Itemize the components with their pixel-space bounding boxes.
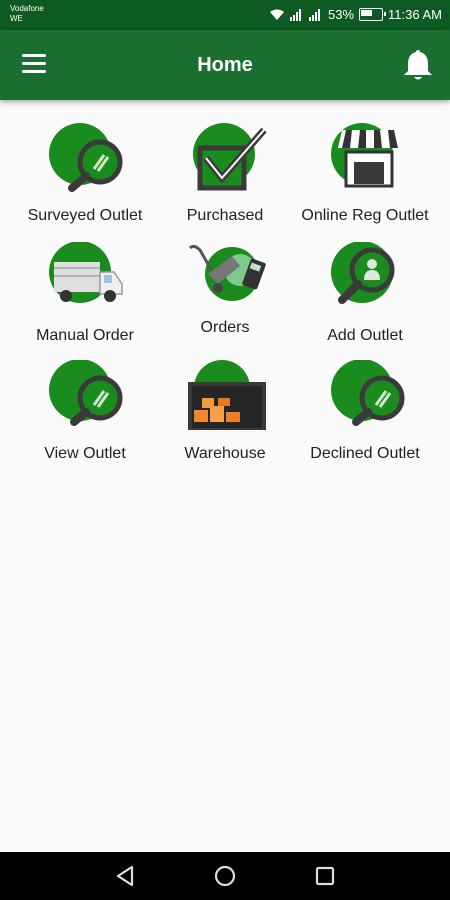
checkbox-icon xyxy=(193,123,267,191)
tile-label: Declined Outlet xyxy=(310,445,420,462)
tile-add-outlet[interactable]: Add Outlet xyxy=(290,238,440,354)
add-person-magnifier-icon xyxy=(331,242,395,304)
tile-view-outlet[interactable]: View Outlet xyxy=(10,356,160,472)
status-bar: Vodafone WE 53% 11:36 AM xyxy=(0,0,450,30)
signal-icon xyxy=(290,8,304,21)
tile-label: Manual Order xyxy=(36,327,134,344)
magnifier-icon xyxy=(331,360,405,426)
tile-online-reg-outlet[interactable]: Online Reg Outlet xyxy=(290,118,440,234)
tile-surveyed-outlet[interactable]: Surveyed Outlet xyxy=(10,118,160,234)
tile-manual-order[interactable]: Manual Order xyxy=(10,238,160,354)
tile-label: Surveyed Outlet xyxy=(27,207,143,224)
recents-button[interactable] xyxy=(310,862,340,890)
warehouse-icon xyxy=(188,360,268,432)
carrier-info: Vodafone WE xyxy=(10,4,44,24)
tile-label: Orders xyxy=(200,319,250,336)
magnifier-icon xyxy=(49,123,123,192)
home-button[interactable] xyxy=(210,862,240,890)
notifications-button[interactable] xyxy=(402,48,434,82)
tile-purchased[interactable]: Purchased xyxy=(150,118,300,234)
tile-label: Purchased xyxy=(186,207,264,224)
magnifier-icon xyxy=(49,360,123,426)
back-button[interactable] xyxy=(110,862,140,890)
clock: 11:36 AM xyxy=(388,7,442,22)
home-circle-icon xyxy=(214,865,236,887)
battery-icon xyxy=(359,8,387,21)
carrier-name: Vodafone xyxy=(10,4,44,13)
tile-label: Add Outlet xyxy=(327,327,403,344)
app-bar: Home xyxy=(0,30,450,100)
truck-icon xyxy=(49,242,123,303)
battery-percent: 53% xyxy=(328,7,355,22)
tile-warehouse[interactable]: Warehouse xyxy=(150,356,300,472)
tile-label: View Outlet xyxy=(44,445,126,462)
wifi-icon xyxy=(270,9,284,20)
shop-icon xyxy=(331,123,400,188)
carrier-subname: WE xyxy=(10,14,23,23)
bell-icon xyxy=(404,50,432,80)
tile-orders[interactable]: Orders xyxy=(150,230,300,346)
back-triangle-icon xyxy=(116,865,134,887)
system-nav-bar xyxy=(0,852,450,900)
recents-square-icon xyxy=(315,866,335,886)
cart-calculator-icon xyxy=(188,244,266,301)
page-title: Home xyxy=(197,54,253,76)
tile-label: Warehouse xyxy=(184,445,266,462)
tile-label: Online Reg Outlet xyxy=(301,207,429,224)
tile-declined-outlet[interactable]: Declined Outlet xyxy=(290,356,440,472)
signal-icon xyxy=(309,8,323,21)
status-indicators: 53% 11:36 AM xyxy=(269,7,442,22)
